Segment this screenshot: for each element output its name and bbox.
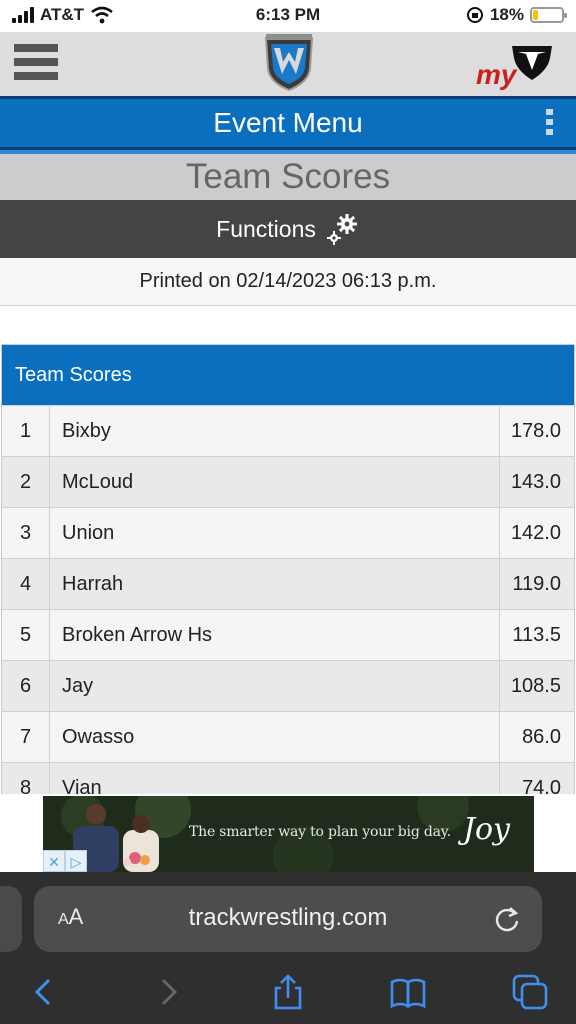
functions-label: Functions [216, 216, 316, 242]
kebab-menu-icon[interactable] [546, 109, 554, 135]
ad-controls: ✕ ▷ [43, 850, 87, 872]
score-cell: 113.5 [512, 624, 561, 646]
rank-cell: 2 [2, 457, 50, 507]
table-row[interactable]: 1 Bixby 178.0 [2, 405, 574, 456]
rotation-lock-icon [466, 7, 483, 23]
table-header: Team Scores [2, 345, 574, 405]
score-cell: 142.0 [510, 522, 561, 544]
table-row[interactable]: 5 Broken Arrow Hs 113.5 [2, 609, 574, 660]
rank-cell: 8 [2, 763, 50, 794]
mytw-logo[interactable]: my [476, 40, 556, 90]
hamburger-menu-icon[interactable] [14, 44, 58, 80]
rank-cell: 7 [2, 712, 50, 762]
page-title: Team Scores [0, 154, 576, 200]
table-row[interactable]: 8 Vian 74.0 [2, 762, 574, 794]
browser-toolbar [0, 964, 576, 1024]
score-cell: 119.0 [512, 573, 561, 595]
score-cell: 86.0 [522, 726, 561, 748]
table-row[interactable]: 6 Jay 108.5 [2, 660, 574, 711]
table-row[interactable]: 3 Union 142.0 [2, 507, 574, 558]
functions-button[interactable]: Functions [0, 200, 576, 258]
ad-close-icon[interactable]: ✕ [43, 850, 65, 872]
score-cell: 178.0 [510, 420, 561, 442]
url-text: trackwrestling.com [188, 904, 388, 931]
battery-percent: 18% [489, 5, 524, 24]
rank-cell: 6 [2, 661, 50, 711]
score-cell: 74.0 [522, 777, 561, 794]
back-icon[interactable] [24, 972, 64, 1012]
table-body: 1 Bixby 178.0 2 McLoud 143.0 3 Union 142… [2, 405, 574, 794]
rank-cell: 1 [2, 406, 50, 456]
bookmarks-icon[interactable] [388, 972, 428, 1012]
ad-brand: Joy [462, 812, 510, 847]
tabs-icon[interactable] [510, 972, 550, 1012]
rank-cell: 5 [2, 610, 50, 660]
score-cell: 108.5 [510, 675, 561, 697]
table-row[interactable]: 2 McLoud 143.0 [2, 456, 574, 507]
team-cell: Jay [50, 661, 500, 711]
event-menu-bar[interactable]: Event Menu [0, 96, 576, 150]
score-cell: 143.0 [510, 471, 561, 493]
table-row[interactable]: 7 Owasso 86.0 [2, 711, 574, 762]
forward-icon[interactable] [148, 972, 188, 1012]
team-scores-table: Team Scores 1 Bixby 178.0 2 McLoud 143.0… [1, 344, 575, 794]
table-row[interactable]: 4 Harrah 119.0 [2, 558, 574, 609]
ad-tagline: The smarter way to plan your big day. [189, 824, 451, 840]
status-right: 18% [466, 5, 567, 25]
team-cell: Bixby [50, 406, 500, 456]
reload-icon[interactable] [492, 904, 522, 934]
app-header: my [0, 32, 576, 96]
team-cell: Vian [50, 763, 500, 794]
team-cell: Owasso [50, 712, 500, 762]
team-cell: Harrah [50, 559, 500, 609]
team-cell: Union [50, 508, 500, 558]
battery-fill [533, 10, 538, 20]
scores-scroll-area[interactable]: Team Scores 1 Bixby 178.0 2 McLoud 143.0… [0, 306, 576, 794]
team-cell: McLoud [50, 457, 500, 507]
gears-icon [326, 214, 357, 245]
previous-tab-preview[interactable] [0, 886, 22, 952]
status-bar: AT&T 6:13 PM 18% [0, 0, 576, 32]
address-bar[interactable]: AA trackwrestling.com [34, 886, 542, 952]
battery-icon [530, 7, 567, 23]
share-icon[interactable] [268, 972, 308, 1012]
printed-timestamp: Printed on 02/14/2023 06:13 p.m. [0, 258, 576, 306]
browser-bottom-bar: AA trackwrestling.com [0, 872, 576, 1024]
trackwrestling-logo[interactable] [262, 32, 316, 92]
team-cell: Broken Arrow Hs [50, 610, 500, 660]
rank-cell: 3 [2, 508, 50, 558]
event-menu-label: Event Menu [213, 107, 363, 138]
ad-choices-icon[interactable]: ▷ [65, 850, 87, 872]
rank-cell: 4 [2, 559, 50, 609]
svg-text:my: my [476, 59, 518, 90]
advertisement-banner[interactable]: The smarter way to plan your big day. Jo… [43, 796, 534, 872]
